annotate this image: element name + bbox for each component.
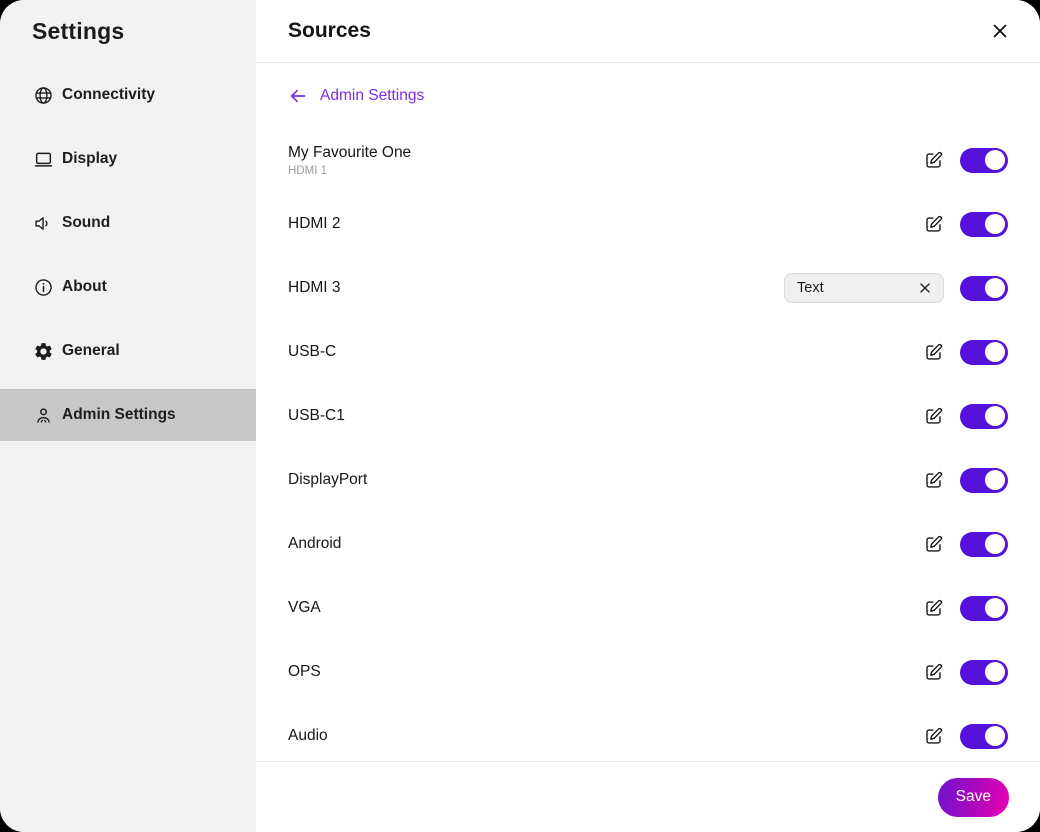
edit-source-button[interactable]: [922, 469, 944, 491]
sidebar-item-connectivity[interactable]: Connectivity: [0, 69, 256, 121]
source-label: My Favourite One: [288, 144, 922, 162]
source-label: OPS: [288, 663, 922, 681]
edit-source-button[interactable]: [922, 725, 944, 747]
toggle-knob: [985, 534, 1005, 554]
source-toggle[interactable]: [960, 596, 1008, 621]
source-toggle[interactable]: [960, 660, 1008, 685]
toggle-knob: [985, 150, 1005, 170]
source-toggle[interactable]: [960, 276, 1008, 301]
panel-title: Sources: [288, 19, 371, 43]
sidebar-item-label: Sound: [62, 214, 110, 232]
toggle-knob: [985, 278, 1005, 298]
source-row: DisplayPort: [288, 448, 1008, 512]
rename-field: [784, 273, 944, 303]
source-row: USB-C1: [288, 384, 1008, 448]
info-icon: [33, 277, 54, 298]
sound-icon: [33, 213, 54, 234]
toggle-knob: [985, 726, 1005, 746]
edit-icon: [923, 534, 944, 555]
sidebar-item-label: Display: [62, 150, 117, 168]
sidebar-item-admin-settings[interactable]: Admin Settings: [0, 389, 256, 441]
source-row: VGA: [288, 576, 1008, 640]
source-row: OPS: [288, 640, 1008, 704]
source-toggle[interactable]: [960, 340, 1008, 365]
edit-source-button[interactable]: [922, 661, 944, 683]
toggle-knob: [985, 342, 1005, 362]
edit-icon: [923, 406, 944, 427]
gear-icon: [33, 341, 54, 362]
source-label: HDMI 2: [288, 215, 922, 233]
source-label: Audio: [288, 727, 922, 745]
source-row: Audio: [288, 704, 1008, 761]
sidebar-title: Settings: [32, 18, 256, 45]
source-toggle[interactable]: [960, 148, 1008, 173]
edit-icon: [923, 726, 944, 747]
close-icon: [989, 20, 1011, 42]
sources-list: My Favourite One HDMI 1 HDMI 2: [288, 128, 1008, 761]
back-link-label: Admin Settings: [320, 87, 424, 105]
admin-icon: [33, 405, 54, 426]
close-button[interactable]: [986, 17, 1014, 45]
sidebar-item-label: Admin Settings: [62, 406, 176, 424]
edit-source-button[interactable]: [922, 149, 944, 171]
source-label: VGA: [288, 599, 922, 617]
toggle-knob: [985, 470, 1005, 490]
source-toggle[interactable]: [960, 724, 1008, 749]
back-link[interactable]: Admin Settings: [288, 79, 424, 113]
toggle-knob: [985, 214, 1005, 234]
edit-icon: [923, 214, 944, 235]
sidebar-item-display[interactable]: Display: [0, 133, 256, 185]
source-label: Android: [288, 535, 922, 553]
source-label: USB-C1: [288, 407, 922, 425]
edit-source-button[interactable]: [922, 341, 944, 363]
source-label: USB-C: [288, 343, 922, 361]
edit-icon: [923, 342, 944, 363]
source-row: USB-C: [288, 320, 1008, 384]
edit-icon: [923, 598, 944, 619]
source-sublabel: HDMI 1: [288, 165, 922, 177]
arrow-left-icon: [288, 86, 308, 106]
globe-icon: [33, 85, 54, 106]
sidebar-item-about[interactable]: About: [0, 261, 256, 313]
source-toggle[interactable]: [960, 212, 1008, 237]
clear-input-button[interactable]: [915, 278, 935, 298]
edit-source-button[interactable]: [922, 533, 944, 555]
toggle-knob: [985, 406, 1005, 426]
sidebar-item-label: General: [62, 342, 120, 360]
source-row: HDMI 2: [288, 192, 1008, 256]
toggle-knob: [985, 662, 1005, 682]
source-toggle[interactable]: [960, 468, 1008, 493]
toggle-knob: [985, 598, 1005, 618]
edit-source-button[interactable]: [922, 213, 944, 235]
settings-window: Settings Connectivity Display Sound Abou…: [0, 0, 1040, 832]
source-toggle[interactable]: [960, 532, 1008, 557]
source-label: DisplayPort: [288, 471, 922, 489]
source-row: My Favourite One HDMI 1: [288, 128, 1008, 192]
edit-source-button[interactable]: [922, 405, 944, 427]
rename-input[interactable]: [797, 280, 915, 296]
sidebar-item-sound[interactable]: Sound: [0, 197, 256, 249]
panel-header: Sources: [256, 0, 1040, 63]
sidebar-item-label: About: [62, 278, 107, 296]
edit-source-button[interactable]: [922, 597, 944, 619]
edit-icon: [923, 470, 944, 491]
save-button[interactable]: Save: [938, 778, 1009, 817]
panel-footer: Save: [256, 761, 1040, 832]
sources-panel: Sources Admin Settings My Favourite One …: [256, 0, 1040, 832]
edit-icon: [923, 150, 944, 171]
sidebar-item-label: Connectivity: [62, 86, 155, 104]
clear-icon: [917, 280, 933, 296]
source-row: HDMI 3: [288, 256, 1008, 320]
edit-icon: [923, 662, 944, 683]
source-row: Android: [288, 512, 1008, 576]
sidebar: Settings Connectivity Display Sound Abou…: [0, 0, 256, 832]
source-label: HDMI 3: [288, 279, 784, 297]
display-icon: [33, 149, 54, 170]
sidebar-nav: Connectivity Display Sound About General…: [0, 69, 256, 441]
source-toggle[interactable]: [960, 404, 1008, 429]
panel-content: Admin Settings My Favourite One HDMI 1 H…: [256, 63, 1040, 761]
sidebar-item-general[interactable]: General: [0, 325, 256, 377]
